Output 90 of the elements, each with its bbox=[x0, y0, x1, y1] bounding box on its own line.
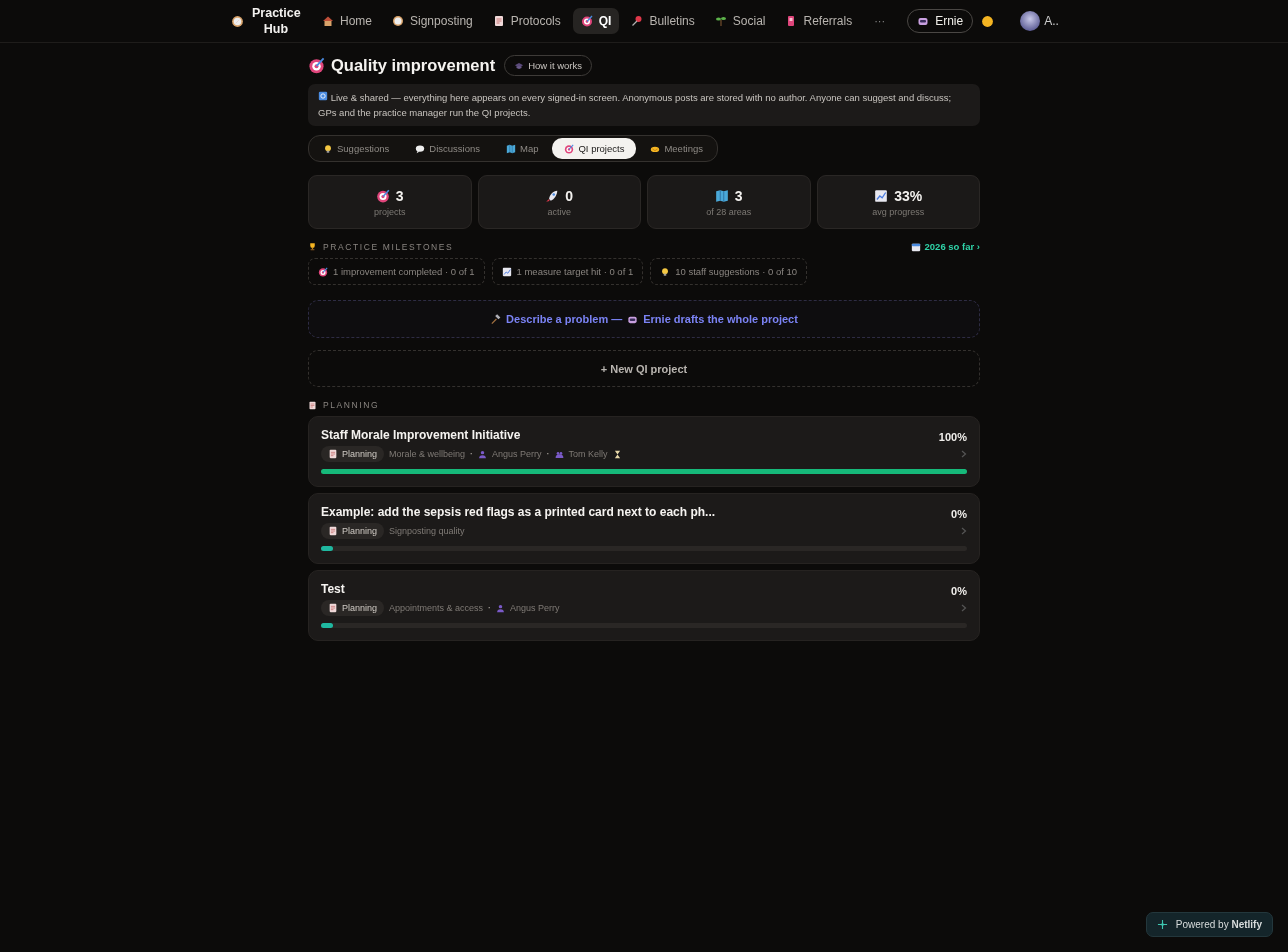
stat-value: 3 bbox=[734, 187, 743, 204]
stat-label: avg progress bbox=[872, 206, 925, 217]
period-link[interactable]: 2026 so far › bbox=[910, 241, 980, 252]
progress-percent: 100% bbox=[938, 431, 967, 443]
avatar bbox=[1020, 11, 1041, 31]
stat-value: 3 bbox=[395, 187, 404, 204]
section-heading: PRACTICE MILESTONES bbox=[308, 241, 454, 252]
nav-link[interactable]: Protocols bbox=[484, 8, 569, 34]
separator-dot: · bbox=[470, 449, 474, 459]
doc-icon bbox=[308, 400, 317, 410]
calendar-icon bbox=[910, 241, 921, 252]
target-icon bbox=[375, 188, 390, 203]
brand-link[interactable]: Practice Hub bbox=[231, 5, 300, 37]
user-menu[interactable]: A.. bbox=[1020, 11, 1059, 31]
project-title: Example: add the sepsis red flags as a printed card next to each ph... bbox=[321, 505, 716, 519]
nav-link[interactable]: Referrals bbox=[777, 8, 861, 34]
nav-link[interactable]: Social bbox=[706, 8, 774, 34]
stat-label: projects bbox=[374, 206, 406, 217]
stat-label: active bbox=[547, 206, 571, 217]
milestone-chip: 1 measure target hit · 0 of 1 bbox=[491, 258, 644, 285]
chart-icon bbox=[501, 266, 512, 277]
milestone-chip: 1 improvement completed · 0 of 1 bbox=[308, 258, 485, 285]
section-heading: PLANNING bbox=[308, 400, 980, 410]
stat-value: 33% bbox=[894, 187, 923, 204]
trophy-icon bbox=[308, 242, 317, 251]
refresh-icon bbox=[318, 91, 328, 101]
page-title: Quality improvement bbox=[308, 56, 496, 75]
stat-value: 0 bbox=[565, 187, 574, 204]
target-icon bbox=[564, 143, 575, 154]
doc-icon bbox=[328, 603, 338, 613]
lead-name: Angus Perry bbox=[492, 449, 542, 459]
area-label: Morale & wellbeing bbox=[389, 449, 466, 459]
target-icon bbox=[308, 57, 325, 74]
tab[interactable]: Suggestions bbox=[311, 138, 402, 159]
more-button[interactable]: ··· bbox=[864, 11, 896, 31]
project-card[interactable]: Test 0% Planning Appointments & access · Angus Perry bbox=[308, 570, 980, 641]
target-icon bbox=[580, 15, 593, 27]
project-title: Staff Morale Improvement Initiative bbox=[321, 428, 521, 442]
doc-icon bbox=[492, 15, 505, 27]
project-card[interactable]: Example: add the sepsis red flags as a printed card next to each ph... 0% Planning Signposting quality bbox=[308, 493, 980, 564]
doc-icon bbox=[328, 526, 338, 536]
project-title: Test bbox=[321, 582, 345, 596]
tab[interactable]: Discussions bbox=[403, 138, 492, 159]
team-name: Tom Kelly bbox=[568, 449, 608, 459]
tab[interactable]: Meetings bbox=[638, 138, 715, 159]
separator-dot: · bbox=[546, 449, 550, 459]
pin-icon bbox=[631, 15, 644, 27]
area-label: Appointments & access bbox=[389, 603, 484, 613]
tab[interactable]: QI projects bbox=[552, 138, 637, 159]
stat-label: of 28 areas bbox=[706, 206, 752, 217]
people-icon bbox=[554, 449, 564, 459]
hat-icon bbox=[514, 60, 525, 71]
new-project-button[interactable]: + New QI project bbox=[308, 350, 980, 387]
map-icon bbox=[506, 143, 516, 154]
ai-draft-button[interactable]: Describe a problem — Ernie drafts the whole project bbox=[308, 300, 980, 338]
lead-name: Angus Perry bbox=[510, 603, 560, 613]
nav-link[interactable]: QI bbox=[572, 8, 620, 34]
area-label: Signposting quality bbox=[389, 526, 465, 536]
status-tag: Planning bbox=[321, 446, 385, 462]
doc-icon bbox=[328, 449, 338, 459]
tab[interactable]: Map bbox=[494, 138, 551, 159]
chevron-icon bbox=[961, 527, 967, 535]
rocket-icon bbox=[545, 188, 560, 203]
hammer-icon bbox=[490, 313, 502, 325]
progress-percent: 0% bbox=[951, 508, 967, 520]
nav-link[interactable]: Home bbox=[314, 8, 380, 34]
nav-link[interactable]: Signposting bbox=[384, 8, 481, 34]
separator-dot: · bbox=[488, 603, 492, 613]
nav-link[interactable]: Bulletins bbox=[623, 8, 703, 34]
bubble-icon bbox=[415, 143, 426, 154]
target-icon bbox=[318, 266, 328, 277]
hourglass-icon bbox=[612, 449, 622, 459]
status-tag: Planning bbox=[321, 600, 385, 616]
project-card[interactable]: Staff Morale Improvement Initiative 100% Planning Morale & wellbeing · Angus Perry · Tom Kelly bbox=[308, 416, 980, 487]
status-tag: Planning bbox=[321, 523, 385, 539]
sprout-icon bbox=[714, 15, 727, 27]
chart-icon bbox=[874, 188, 889, 203]
netlify-badge[interactable]: Powered by Netlify bbox=[1145, 912, 1273, 937]
person-icon bbox=[496, 603, 506, 613]
chevron-icon bbox=[961, 450, 967, 458]
sun-icon bbox=[981, 14, 995, 28]
info-notice: Live & shared — everything here appears on every signed-in screen. Anonymous posts are stored with no author. Anyone can suggest and discuss; GPs and the practice manager run the QI projects. bbox=[308, 84, 980, 126]
person-icon bbox=[478, 449, 488, 459]
milestone-chip: 10 staff suggestions · 0 of 10 bbox=[650, 258, 808, 285]
map-icon bbox=[714, 188, 729, 203]
bulb-icon bbox=[660, 266, 671, 277]
house-icon bbox=[322, 15, 334, 27]
progress-percent: 0% bbox=[951, 585, 967, 597]
chevron-icon bbox=[961, 604, 967, 612]
bulb-icon bbox=[323, 143, 333, 154]
